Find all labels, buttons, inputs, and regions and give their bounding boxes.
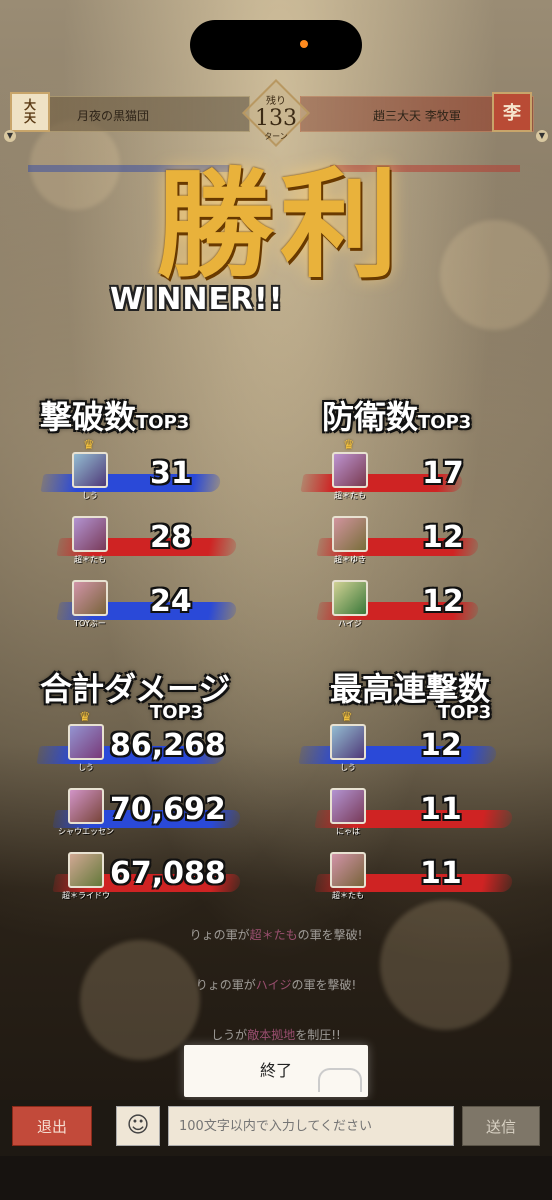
emoji-icon[interactable]: ☺ [116, 1106, 160, 1146]
player-avatar[interactable] [332, 452, 368, 488]
kills-rank-row: TOYぶー 24 [56, 580, 246, 636]
player-name: 超＊ライドウ [62, 891, 110, 900]
timer-label: 残り [266, 96, 286, 107]
left-team-name: 月夜の黒猫団 [77, 109, 150, 123]
battle-log-line: りょの軍が超＊たもの軍を撃破! [189, 928, 363, 942]
rank-value: 12 [422, 520, 464, 555]
rank-value: 28 [150, 520, 192, 555]
right-team-name: 趙三大天 李牧軍 [373, 109, 461, 123]
rank-value: 24 [150, 584, 192, 619]
victory-subtitle: WINNER!! [110, 282, 284, 317]
player-name: しう [82, 491, 98, 500]
defense-rank-row: 超＊ゆき 12 [316, 516, 488, 572]
crown-icon: ♛ [83, 438, 95, 453]
rank-value: 11 [420, 792, 462, 827]
defense-rank-row: ハイジ 12 [316, 580, 488, 636]
player-avatar[interactable] [330, 788, 366, 824]
defense-ranking-title: 防衛数TOP3 [322, 398, 472, 436]
rank-value: 70,692 [110, 792, 226, 827]
player-name: TOYぶー [74, 619, 106, 628]
right-team-emblem[interactable]: 李 [492, 92, 532, 132]
player-name: 超＊ゆき [334, 555, 366, 564]
timer-value: 133 [255, 106, 297, 131]
player-name: しう [340, 763, 356, 772]
player-avatar[interactable] [72, 452, 108, 488]
player-name: ハイジ [338, 619, 362, 628]
damage-rank-row: シャウエッセン 70,692 [52, 788, 250, 844]
kills-rank-row: 超＊たも 28 [56, 516, 246, 572]
kills-ranking-title: 撃破数TOP3 [40, 398, 190, 436]
bokeh-light [380, 900, 510, 1030]
player-name: シャウエッセン [58, 827, 114, 836]
damage-ranking-title: 合計ダメージ TOP3 [40, 670, 231, 723]
rank-value: 86,268 [110, 728, 226, 763]
defense-rank-row: ♛ 超＊たも 17 [300, 438, 488, 508]
rank-value: 31 [150, 456, 192, 491]
crown-icon: ♛ [79, 710, 91, 725]
battle-header: 月夜の黒猫団 趙三大天 李牧軍 大天 ▼ 李 ▼ 残り 133 ターン [0, 79, 552, 147]
timer-unit: ターン [264, 132, 288, 141]
rank-value: 11 [420, 856, 462, 891]
player-avatar[interactable] [330, 852, 366, 888]
damage-rank-row: ♛ しう 86,268 [36, 710, 250, 780]
player-avatar[interactable] [72, 580, 108, 616]
player-name: 超＊たも [74, 555, 106, 564]
player-name: 超＊たも [334, 491, 366, 500]
exit-button[interactable]: 退出 [12, 1106, 92, 1146]
left-team-panel: 月夜の黒猫団 [18, 96, 250, 132]
crown-icon: ♛ [341, 710, 353, 725]
chevron-down-icon[interactable]: ▼ [4, 130, 16, 142]
combo-rank-row: 超＊たも 11 [314, 852, 522, 908]
rank-value: 67,088 [110, 856, 226, 891]
crown-icon: ♛ [343, 438, 355, 453]
player-avatar[interactable] [68, 724, 104, 760]
kills-rank-row: ♛ しう 31 [40, 438, 246, 508]
send-button[interactable]: 送信 [462, 1106, 540, 1146]
player-avatar[interactable] [332, 516, 368, 552]
combo-rank-row: ♛ しう 12 [298, 710, 522, 780]
player-avatar[interactable] [68, 852, 104, 888]
camera-notch [190, 20, 362, 70]
combo-rank-row: にゃは 11 [314, 788, 522, 844]
bokeh-light [440, 220, 550, 330]
player-avatar[interactable] [332, 580, 368, 616]
battle-log-line: りょの軍がハイジの軍を撃破! [195, 978, 357, 992]
damage-rank-row: 超＊ライドウ 67,088 [52, 852, 250, 908]
player-avatar[interactable] [330, 724, 366, 760]
home-indicator-area [0, 1156, 552, 1200]
player-name: にゃは [336, 827, 360, 836]
player-name: しう [78, 763, 94, 772]
left-team-emblem[interactable]: 大天 [10, 92, 50, 132]
player-name: 超＊たも [332, 891, 364, 900]
combo-ranking-title: 最高連撃数 TOP3 [330, 670, 492, 723]
player-avatar[interactable] [72, 516, 108, 552]
turn-timer: 残り 133 ターン [243, 92, 309, 142]
cloud-swirl-icon [318, 1068, 362, 1092]
battle-log-line: しうが敵本拠地を制圧!! [211, 1028, 341, 1042]
camera-indicator-dot [300, 40, 308, 48]
player-avatar[interactable] [68, 788, 104, 824]
victory-title: 勝利 [155, 155, 404, 294]
rank-value: 12 [422, 584, 464, 619]
rank-value: 12 [420, 728, 462, 763]
chat-input[interactable] [168, 1106, 454, 1146]
rank-value: 17 [422, 456, 464, 491]
chevron-down-icon[interactable]: ▼ [536, 130, 548, 142]
